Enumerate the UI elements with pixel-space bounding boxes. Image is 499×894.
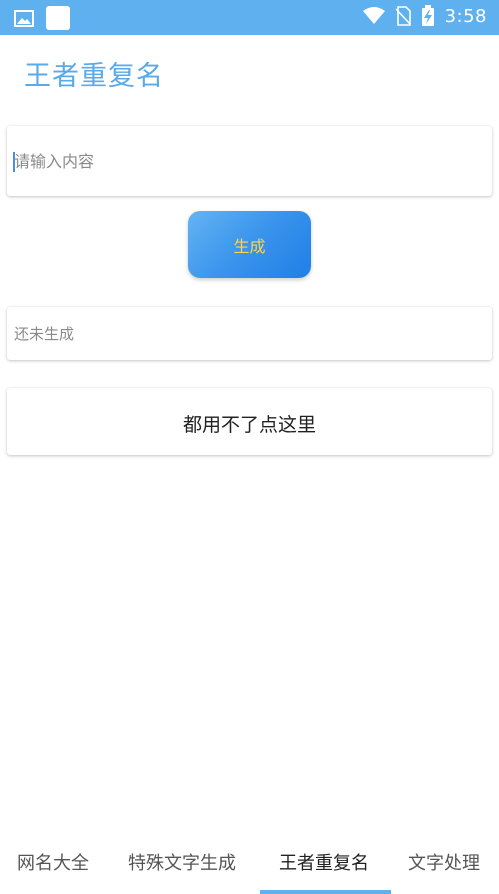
- bottom-tab-bar: 网名大全 特殊文字生成 王者重复名 文字处理: [0, 830, 499, 894]
- active-tab-indicator: [260, 890, 391, 894]
- status-bar: 3:58: [0, 0, 499, 35]
- result-text: 还未生成: [14, 325, 75, 343]
- image-icon: [14, 9, 34, 27]
- status-bar-left: [14, 6, 70, 30]
- help-button[interactable]: 都用不了点这里: [7, 388, 492, 455]
- help-label: 都用不了点这里: [182, 414, 316, 436]
- input-card: [7, 126, 492, 196]
- tab-nickname-collection[interactable]: 网名大全: [17, 849, 89, 875]
- content-input[interactable]: [11, 146, 481, 176]
- tab-text-processing[interactable]: 文字处理: [408, 849, 480, 875]
- text-caret: [13, 152, 15, 172]
- tab-special-text[interactable]: 特殊文字生成: [128, 849, 236, 875]
- result-card: 还未生成: [7, 307, 492, 360]
- battery-charging-icon: [421, 5, 434, 26]
- no-sim-icon: [394, 6, 411, 26]
- tab-duplicate-name[interactable]: 王者重复名: [279, 849, 369, 875]
- app-screen: 3:58 王者重复名 生成 还未生成 都用不了点这里 网名大全 特殊文字生成 王…: [0, 0, 499, 894]
- status-bar-right: 3:58: [362, 5, 487, 27]
- page-title: 王者重复名: [24, 61, 164, 92]
- generate-button[interactable]: 生成: [188, 211, 311, 278]
- wifi-icon: [362, 7, 385, 24]
- app-square-icon: [46, 6, 70, 30]
- status-time: 3:58: [444, 5, 487, 27]
